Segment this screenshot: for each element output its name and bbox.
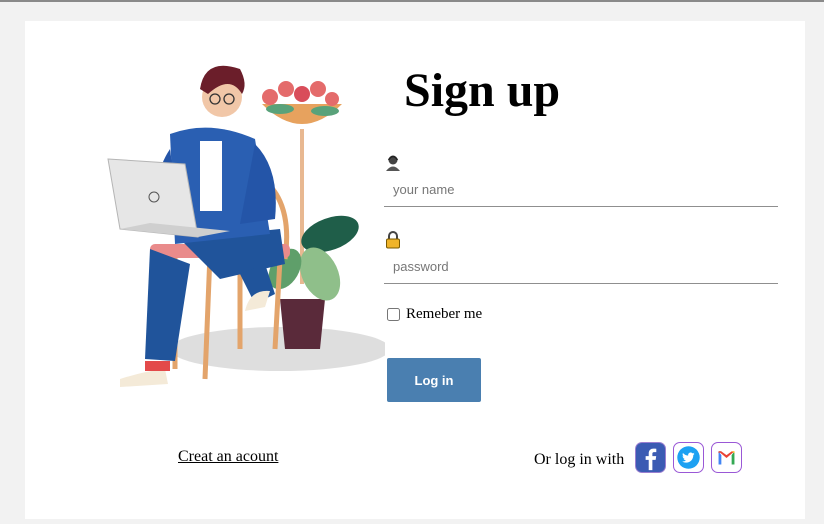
- facebook-icon[interactable]: [635, 442, 666, 473]
- remember-label: Remeber me: [406, 306, 483, 322]
- man-with-laptop-illustration: [107, 65, 385, 387]
- page-title: Sign up: [404, 64, 561, 117]
- create-account-link[interactable]: Creat an acount: [178, 448, 278, 466]
- password-input[interactable]: [384, 250, 778, 284]
- gmail-icon[interactable]: [711, 442, 742, 473]
- user-icon: [386, 155, 400, 171]
- social-login-text: Or log in with: [534, 451, 625, 468]
- lock-icon: [386, 231, 400, 249]
- login-button[interactable]: Log in: [387, 358, 481, 402]
- browser-top-border: [0, 0, 824, 2]
- name-input[interactable]: [384, 173, 778, 207]
- remember-me[interactable]: Remeber me: [387, 306, 482, 323]
- remember-checkbox[interactable]: [387, 308, 400, 321]
- signup-card: Sign up Remeber me Log in Creat an acoun…: [25, 21, 805, 519]
- twitter-icon[interactable]: [673, 442, 704, 473]
